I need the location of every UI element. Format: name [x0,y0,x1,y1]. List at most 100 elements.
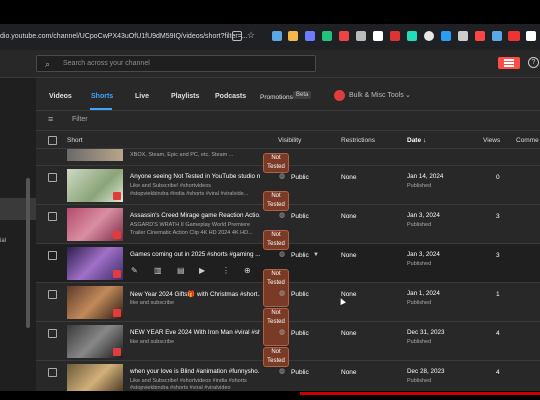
views-value: 4 [496,330,500,337]
not-tested-badge: Not Tested [263,269,289,307]
visibility-value[interactable]: Public [291,291,309,298]
extension-icon-12[interactable] [458,31,468,41]
restrictions-value: None [341,330,357,337]
filter-divider [36,130,540,131]
search-placeholder: Search across your channel [63,60,150,67]
row-checkbox[interactable] [48,212,57,221]
sort-arrow-icon[interactable]: ↓ [423,137,426,144]
menu-lines-icon [504,59,514,61]
status-value: Published [407,378,432,384]
video-title[interactable]: when your love is Blind #animation #funn… [130,368,260,375]
extension-icon-5[interactable] [339,31,349,41]
extension-icon-8[interactable] [390,31,400,41]
extension-icon-9[interactable] [407,31,417,41]
visibility-value[interactable]: Public [291,330,309,337]
sidebar-item-selected[interactable] [0,198,36,220]
video-description: like and subscribe [130,339,175,345]
video-thumbnail[interactable] [67,149,123,161]
chevron-down-icon: ⌄ [405,92,411,99]
video-description: like and subscribe [130,300,175,306]
extension-icon-2[interactable] [288,31,298,41]
globe-icon: ◍ [279,212,286,219]
restrictions-value: None [341,369,357,376]
visibility-value[interactable]: Public [291,213,309,220]
help-icon[interactable]: ? [528,57,539,68]
video-title[interactable]: Assassin's Creed Mirage game Reaction Ac… [130,212,260,219]
visibility-value[interactable]: Public [291,252,309,259]
video-description: Like and Subscribe! #shortvideos [130,183,212,189]
views-value: 3 [496,213,500,220]
column-header-views[interactable]: Views [483,137,500,144]
browser-url[interactable]: dio.youtube.com/channel/UCpoCwPX43uOfU1f… [0,33,248,40]
not-tested-badge: Not Tested [263,191,289,211]
visibility-value[interactable]: Public [291,369,309,376]
extension-icon-11[interactable] [441,31,451,41]
filter-input[interactable]: Filter [72,116,88,123]
bookmark-star-icon[interactable]: ☆ [247,30,257,40]
tab-live[interactable]: Live [135,93,149,100]
extension-icon-4[interactable] [322,31,332,41]
analytics-icon[interactable]: ▥ [154,266,162,275]
not-tested-badge: Not Tested [263,347,289,367]
extension-icon-1[interactable] [272,31,282,41]
search-icon: ⌕ [45,59,51,69]
globe-icon: ◍ [279,368,286,375]
tab-playlists[interactable]: Playlists [171,93,199,100]
bottom-red-strip [300,392,540,395]
video-title[interactable]: Games coming out in 2025 #shorts #gaming… [130,251,260,258]
extension-action-icon[interactable]: ⊕ [244,266,251,275]
video-title[interactable]: New Year 2024 Gifts🎁 with Christmas #sho… [130,290,260,298]
filter-icon[interactable]: ≡ [48,114,53,124]
tab-videos[interactable]: Videos [49,93,72,100]
row-checkbox[interactable] [48,329,57,338]
shorts-icon [113,192,121,200]
beta-badge: Beta [293,91,312,99]
row-checkbox[interactable] [48,290,57,299]
tab-podcasts[interactable]: Podcasts [215,93,246,100]
visibility-value[interactable]: Public [291,174,309,181]
search-input[interactable]: ⌕ Search across your channel [36,55,316,72]
status-value: Published [407,222,432,228]
video-title[interactable]: Anyone seeing Not Tested in YouTube stud… [130,173,260,180]
extension-icon-13[interactable] [475,31,485,41]
date-value: Dec 31, 2023 [407,329,445,336]
extension-icon-10[interactable] [424,31,434,41]
comments-icon[interactable]: ▤ [177,266,185,275]
row-checkbox[interactable] [48,368,57,377]
extension-icon-7[interactable] [373,31,383,41]
extension-icon-3[interactable] [305,31,315,41]
more-options-icon[interactable]: ⋮ [222,266,230,275]
video-title[interactable]: NEW YEAR Eve 2024 With Iron Man #viral #… [130,329,260,336]
select-all-checkbox[interactable] [48,136,57,145]
column-header-date[interactable]: Date [407,137,421,144]
visibility-dropdown-icon[interactable]: ▼ [313,252,319,258]
open-in-window-icon[interactable] [232,31,242,41]
video-description: #stopviekbindra #india #shorts #viral #v… [130,191,249,197]
sidebar-scrollbar[interactable] [26,178,30,328]
video-description: XBOX, Steam, Epic and PC, etc. Steam ... [130,152,234,158]
extension-icon-14[interactable] [508,31,520,41]
tabs-divider [36,110,540,111]
create-button[interactable] [498,57,520,69]
tab-shorts[interactable]: Shorts [91,93,113,100]
link-extension-icon[interactable] [492,31,502,41]
left-sidebar: ial [0,78,36,400]
edit-pencil-icon[interactable]: ✎ [131,266,138,275]
status-value: Published [407,183,432,189]
browser-top-bar [0,0,540,24]
globe-icon: ◍ [279,251,286,258]
video-description: ASGARD'S WRATH II Gameplay World Premier… [130,222,251,228]
play-on-youtube-icon[interactable]: ▶ [199,266,205,275]
extension-icon-6[interactable] [356,31,366,41]
not-tested-badge: Not Tested [263,230,289,250]
column-header-comments[interactable]: Comme [516,137,539,144]
status-value: Published [407,339,432,345]
sidebar-item-label[interactable]: ial [0,238,6,244]
extension-icon-15[interactable] [526,31,536,41]
tab-promotions[interactable]: Promotions [260,94,293,101]
row-checkbox[interactable] [48,251,57,260]
restrictions-value: None [341,252,357,259]
column-header-restrictions[interactable]: Restrictions [341,137,375,144]
row-checkbox[interactable] [48,173,57,182]
column-header-visibility[interactable]: Visibility [278,137,301,144]
